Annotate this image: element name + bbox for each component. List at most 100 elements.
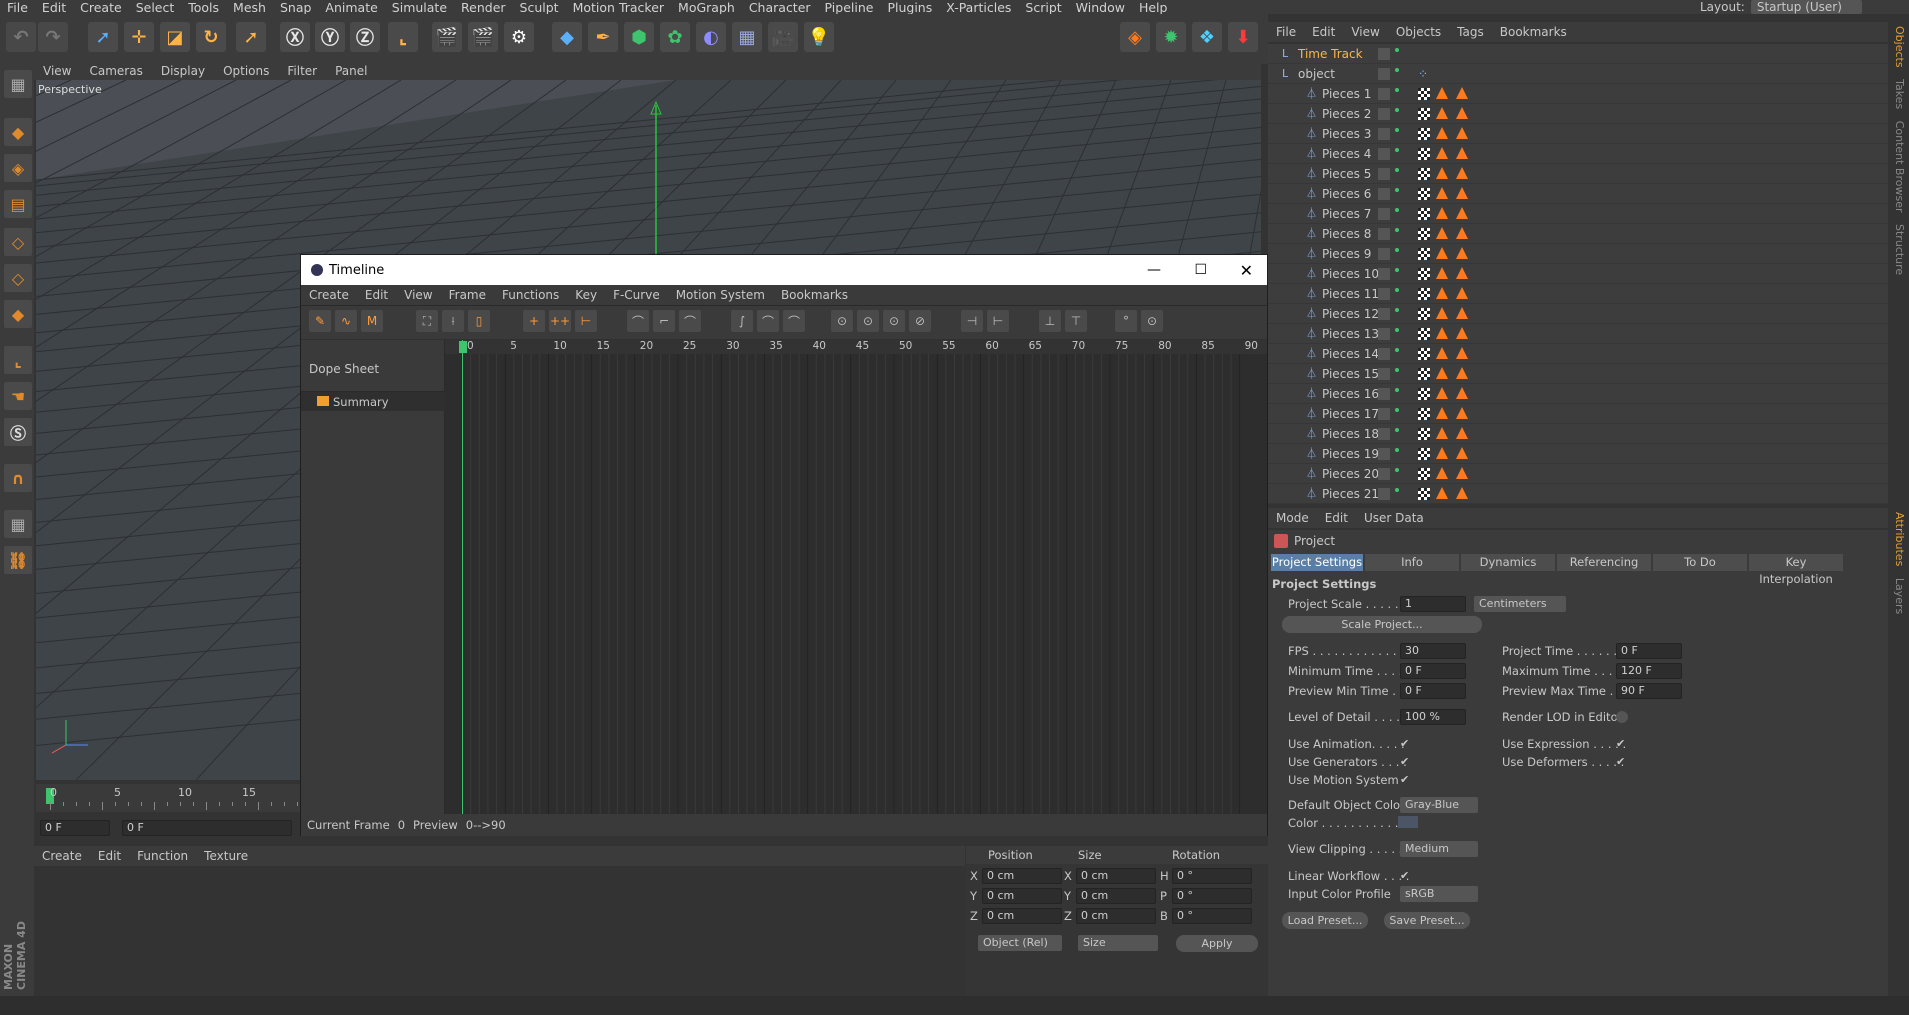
- menu-item-11[interactable]: Motion Tracker: [566, 0, 671, 15]
- checker-tag-icon[interactable]: [1418, 188, 1430, 200]
- tri-tag-icon[interactable]: [1456, 147, 1468, 159]
- menu-item-15[interactable]: Plugins: [880, 0, 939, 15]
- coord-size-dropdown[interactable]: Size: [1078, 935, 1158, 951]
- attributes-menu-item-1[interactable]: Edit: [1317, 511, 1356, 525]
- attr-tab-4[interactable]: To Do: [1653, 554, 1747, 571]
- lock-key-icon[interactable]: ⊙: [1141, 310, 1163, 332]
- status-dot-icon[interactable]: [1395, 248, 1399, 252]
- material-menu-item-0[interactable]: Create: [34, 849, 90, 863]
- zero-length-icon[interactable]: ⊢: [987, 310, 1009, 332]
- tri-tag-icon[interactable]: [1456, 127, 1468, 139]
- status-dot-icon[interactable]: [1395, 428, 1399, 432]
- tri-tag-icon[interactable]: [1436, 167, 1448, 179]
- menu-item-3[interactable]: Select: [129, 0, 182, 15]
- menu-item-12[interactable]: MoGraph: [671, 0, 742, 15]
- zero-angle-icon[interactable]: ⊣: [961, 310, 983, 332]
- menu-item-7[interactable]: Animate: [318, 0, 384, 15]
- attributes-menu-item-0[interactable]: Mode: [1268, 511, 1317, 525]
- status-dot-icon[interactable]: [1395, 488, 1399, 492]
- checker-tag-icon[interactable]: [1418, 208, 1430, 220]
- object-row[interactable]: ⏃ Pieces 17: [1268, 404, 1888, 424]
- object-row[interactable]: Lobject ⁘: [1268, 64, 1888, 84]
- tri-tag-icon[interactable]: [1436, 207, 1448, 219]
- visibility-icon[interactable]: [1378, 248, 1390, 260]
- frame-selected-icon[interactable]: ⟊: [442, 310, 464, 332]
- visibility-icon[interactable]: [1378, 108, 1390, 120]
- checker-tag-icon[interactable]: [1418, 488, 1430, 500]
- object-row[interactable]: ⏃ Pieces 21: [1268, 484, 1888, 504]
- axis-mode-icon[interactable]: ⌞: [4, 346, 32, 374]
- tri-tag-icon[interactable]: [1456, 287, 1468, 299]
- redo-icon[interactable]: ↷: [38, 22, 68, 52]
- key-tracks-icon[interactable]: ⊢: [575, 310, 597, 332]
- pen-icon[interactable]: ✒: [588, 22, 618, 52]
- use-motion-checkbox[interactable]: ✔: [1400, 774, 1412, 786]
- side-tab-content[interactable]: Content Browser: [1893, 121, 1906, 213]
- light-icon[interactable]: 💡: [804, 22, 834, 52]
- objects-menu-item-2[interactable]: View: [1343, 25, 1387, 39]
- attr-tab-0[interactable]: Project Settings: [1271, 554, 1363, 571]
- status-dot-icon[interactable]: [1395, 408, 1399, 412]
- coord-field[interactable]: 0 °: [1172, 908, 1252, 924]
- tri-tag-icon[interactable]: [1436, 127, 1448, 139]
- status-dot-icon[interactable]: [1395, 328, 1399, 332]
- default-color-dropdown[interactable]: Gray-Blue: [1400, 797, 1478, 813]
- viewport-menu-item-1[interactable]: Cameras: [80, 64, 151, 78]
- checker-tag-icon[interactable]: [1418, 88, 1430, 100]
- playhead-handle[interactable]: [459, 341, 467, 353]
- summary-row[interactable]: Summary: [301, 391, 445, 411]
- objects-menu-item-3[interactable]: Objects: [1388, 25, 1449, 39]
- checker-tag-icon[interactable]: [1418, 268, 1430, 280]
- use-deformers-checkbox[interactable]: ✔: [1616, 756, 1628, 768]
- object-row[interactable]: ⏃ Pieces 11: [1268, 284, 1888, 304]
- visibility-icon[interactable]: [1378, 488, 1390, 500]
- checker-tag-icon[interactable]: [1418, 408, 1430, 420]
- coord-field[interactable]: 0 cm: [982, 888, 1062, 904]
- tri-tag-icon[interactable]: [1456, 267, 1468, 279]
- side-tab-objects[interactable]: Objects: [1893, 26, 1906, 68]
- objects-menu-item-4[interactable]: Tags: [1449, 25, 1492, 39]
- project-scale-field[interactable]: 1: [1400, 596, 1466, 612]
- side-tab-attributes[interactable]: Attributes: [1893, 512, 1906, 566]
- checker-tag-icon[interactable]: [1418, 368, 1430, 380]
- timeline-menu-item-4[interactable]: Functions: [494, 288, 567, 302]
- status-dot-icon[interactable]: [1395, 208, 1399, 212]
- use-generators-checkbox[interactable]: ✔: [1400, 756, 1412, 768]
- coord-field[interactable]: 0 °: [1172, 888, 1252, 904]
- coord-field[interactable]: 0 °: [1172, 868, 1252, 884]
- visibility-icon[interactable]: [1378, 228, 1390, 240]
- max-time-field[interactable]: 120 F: [1616, 663, 1682, 679]
- object-row[interactable]: ⏃ Pieces 14: [1268, 344, 1888, 364]
- input-profile-dropdown[interactable]: sRGB: [1400, 886, 1478, 902]
- tri-tag-icon[interactable]: [1436, 107, 1448, 119]
- visibility-icon[interactable]: [1378, 208, 1390, 220]
- object-row[interactable]: ⏃ Pieces 6: [1268, 184, 1888, 204]
- tri-tag-icon[interactable]: [1436, 327, 1448, 339]
- checker-tag-icon[interactable]: [1418, 168, 1430, 180]
- object-row[interactable]: ⏃ Pieces 2: [1268, 104, 1888, 124]
- checker-tag-icon[interactable]: [1418, 388, 1430, 400]
- attributes-menu-item-2[interactable]: User Data: [1356, 511, 1432, 525]
- fcurve-mode-icon[interactable]: ∿: [335, 310, 357, 332]
- status-dot-icon[interactable]: [1395, 308, 1399, 312]
- attr-tab-2[interactable]: Dynamics: [1461, 554, 1555, 571]
- status-dot-icon[interactable]: [1395, 48, 1399, 52]
- clamp-icon[interactable]: ⊥: [1039, 310, 1061, 332]
- status-dot-icon[interactable]: [1395, 188, 1399, 192]
- viewport-menu-item-2[interactable]: Display: [152, 64, 214, 78]
- plugin-icon[interactable]: ❖: [1192, 22, 1222, 52]
- spline-icon[interactable]: ⌒: [627, 310, 649, 332]
- object-row[interactable]: ⏃ Pieces 4: [1268, 144, 1888, 164]
- project-scale-unit[interactable]: Centimeters: [1474, 596, 1566, 612]
- attr-tab-5[interactable]: Key Interpolation: [1749, 554, 1843, 586]
- tri-tag-icon[interactable]: [1436, 307, 1448, 319]
- object-row[interactable]: ⏃ Pieces 8: [1268, 224, 1888, 244]
- break-icon[interactable]: ⊘: [909, 310, 931, 332]
- visibility-icon[interactable]: [1378, 328, 1390, 340]
- workplane-icon[interactable]: ▦: [4, 70, 32, 98]
- status-dot-icon[interactable]: [1395, 108, 1399, 112]
- start-frame-field[interactable]: 0 F: [122, 820, 292, 836]
- tri-tag-icon[interactable]: [1456, 107, 1468, 119]
- menu-item-19[interactable]: Help: [1132, 0, 1175, 15]
- solo-icon[interactable]: ⛓: [4, 546, 32, 574]
